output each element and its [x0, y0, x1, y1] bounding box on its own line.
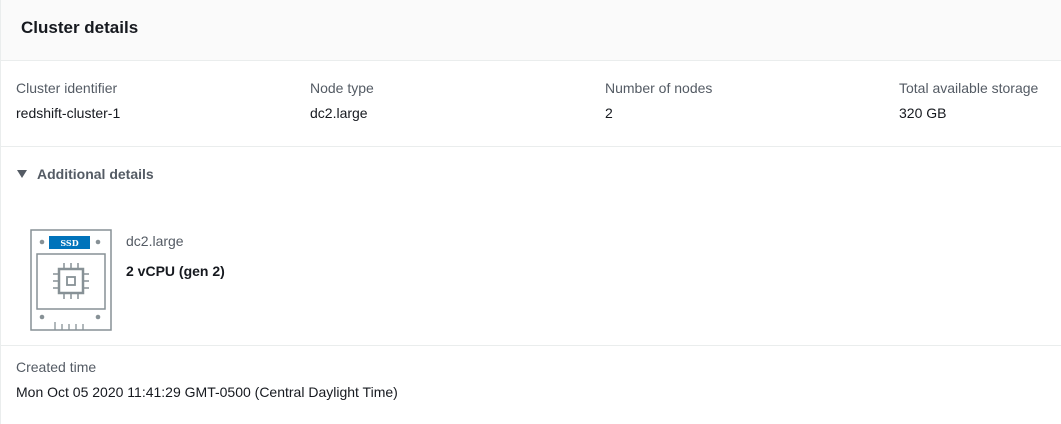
- field-value: 320 GB: [899, 105, 947, 121]
- ssd-node-icon: SSD: [30, 229, 112, 331]
- field-node-type: Node type dc2.large: [310, 79, 374, 122]
- ssd-badge-text: SSD: [60, 238, 78, 248]
- additional-details-label: Additional details: [37, 166, 154, 182]
- field-value: 2: [605, 105, 613, 121]
- field-total-storage: Total available storage 320 GB: [899, 79, 1038, 122]
- caret-down-icon: [17, 170, 27, 178]
- field-label: Node type: [310, 80, 374, 96]
- field-cluster-identifier: Cluster identifier redshift-cluster-1: [16, 79, 120, 122]
- field-number-of-nodes: Number of nodes 2: [605, 79, 712, 122]
- field-label: Number of nodes: [605, 80, 713, 96]
- node-vcpu: 2 vCPU (gen 2): [126, 263, 225, 279]
- field-label: Total available storage: [899, 80, 1039, 96]
- summary-row: Cluster identifier redshift-cluster-1 No…: [1, 61, 1061, 147]
- section-divider: [1, 345, 1061, 346]
- field-label: Cluster identifier: [16, 80, 118, 96]
- panel-title: Cluster details: [21, 18, 139, 37]
- field-value: dc2.large: [310, 105, 368, 121]
- field-label: Created time: [16, 359, 97, 375]
- additional-details-toggle[interactable]: Additional details: [17, 164, 154, 184]
- field-value: redshift-cluster-1: [16, 105, 121, 121]
- field-value: Mon Oct 05 2020 11:41:29 GMT-0500 (Centr…: [16, 384, 398, 400]
- field-created-time: Created time Mon Oct 05 2020 11:41:29 GM…: [16, 358, 398, 401]
- node-type-name: dc2.large: [126, 233, 184, 249]
- cluster-details-panel: Cluster details Cluster identifier redsh…: [0, 0, 1061, 424]
- panel-header: Cluster details: [1, 0, 1061, 61]
